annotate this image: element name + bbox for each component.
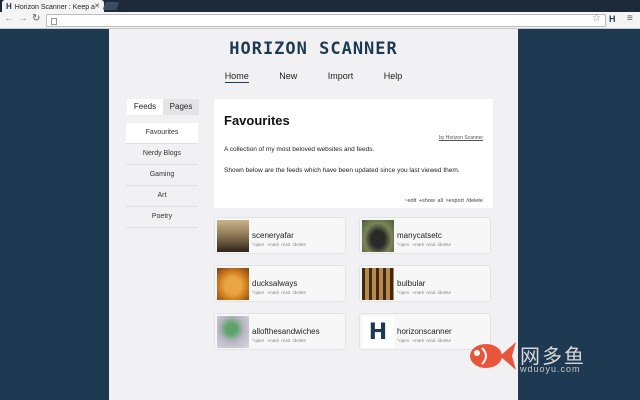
bookmark-star-icon[interactable]: ☆ [592,13,601,24]
site-logo[interactable]: HORIZON SCANNER [109,39,518,59]
extension-icon[interactable]: H [609,14,616,24]
sidebar-list: Favourites Nerdy Blogs Gaming Art Poetry [126,123,198,228]
page-title: Favourites [224,113,290,128]
watermark-url: wduoyu.com [520,364,581,374]
feed-actions[interactable]: ^open ~mark read /delete [397,290,451,295]
feed-card[interactable]: manycatsetc ^open ~mark read /delete [359,217,491,254]
watermark: 网多鱼 wduoyu.com [462,336,632,376]
address-bar[interactable] [46,14,606,27]
feed-title[interactable]: ducksalways [252,279,297,288]
feed-card[interactable]: ducksalways ^open ~mark read /delete [214,265,346,302]
sidebar-item-favourites[interactable]: Favourites [126,123,198,144]
feed-title[interactable]: manycatsetc [397,231,442,240]
cat-thumbnail [362,220,394,252]
feed-title[interactable]: allofthesandwiches [252,327,320,336]
horizon-logo-thumbnail: H [362,316,394,348]
nav-home[interactable]: Home [224,71,249,83]
tab-pages[interactable]: Pages [163,99,199,115]
close-tab-icon[interactable]: ✕ [94,2,100,10]
sidebar-item-gaming[interactable]: Gaming [126,165,198,186]
description-text: A collection of my most beloved websites… [224,146,375,153]
favourites-box: Favourites by Horizon Scanner A collecti… [214,99,493,208]
feed-actions[interactable]: ^open ~mark read /delete [252,242,306,247]
nav-help[interactable]: Help [384,71,403,81]
feed-title[interactable]: bulbular [397,279,425,288]
feed-card[interactable]: sceneryafar ^open ~mark read /delete [214,217,346,254]
page-background-strip [632,29,640,400]
sunset-thumbnail [217,220,249,252]
sidebar-item-art[interactable]: Art [126,186,198,207]
feed-actions[interactable]: ^open ~mark read /delete [252,338,306,343]
bulbs-thumbnail [362,268,394,300]
tab-title: Horizon Scanner : Keep a [14,4,95,11]
nav-new[interactable]: New [279,71,297,81]
duck-thumbnail [217,268,249,300]
collection-actions[interactable]: ~edit +show all >export /delete [404,198,483,204]
feed-card[interactable]: allofthesandwiches ^open ~mark read /del… [214,313,346,350]
page-icon [51,18,57,25]
feed-actions[interactable]: ^open ~mark read /delete [252,290,306,295]
sidebar-item-nerdy-blogs[interactable]: Nerdy Blogs [126,144,198,165]
tab-feeds[interactable]: Feeds [127,99,163,115]
feed-actions[interactable]: ^open ~mark read /delete [397,338,451,343]
main-nav: Home New Import Help [109,71,518,83]
main-panel: HORIZON SCANNER Home New Import Help Fee… [109,29,518,400]
tab-favicon: H [6,2,12,11]
fish-logo-icon [470,342,516,370]
sandwich-thumbnail [217,316,249,348]
sidebar-tabs: Feeds Pages [127,99,199,115]
back-icon[interactable]: ← [4,13,14,24]
feed-card[interactable]: bulbular ^open ~mark read /delete [359,265,491,302]
nav-import[interactable]: Import [328,71,354,81]
feed-actions[interactable]: ^open ~mark read /delete [397,242,451,247]
menu-icon[interactable]: ≡ [627,13,633,24]
forward-icon[interactable]: → [18,13,28,24]
feed-title[interactable]: sceneryafar [252,231,294,240]
sidebar-item-poetry[interactable]: Poetry [126,207,198,228]
reload-icon[interactable]: ↻ [32,13,40,24]
updated-note: Shown below are the feeds which have bee… [224,167,460,174]
feed-title[interactable]: horizonscanner [397,327,452,336]
byline-link[interactable]: by Horizon Scanner [439,135,483,141]
